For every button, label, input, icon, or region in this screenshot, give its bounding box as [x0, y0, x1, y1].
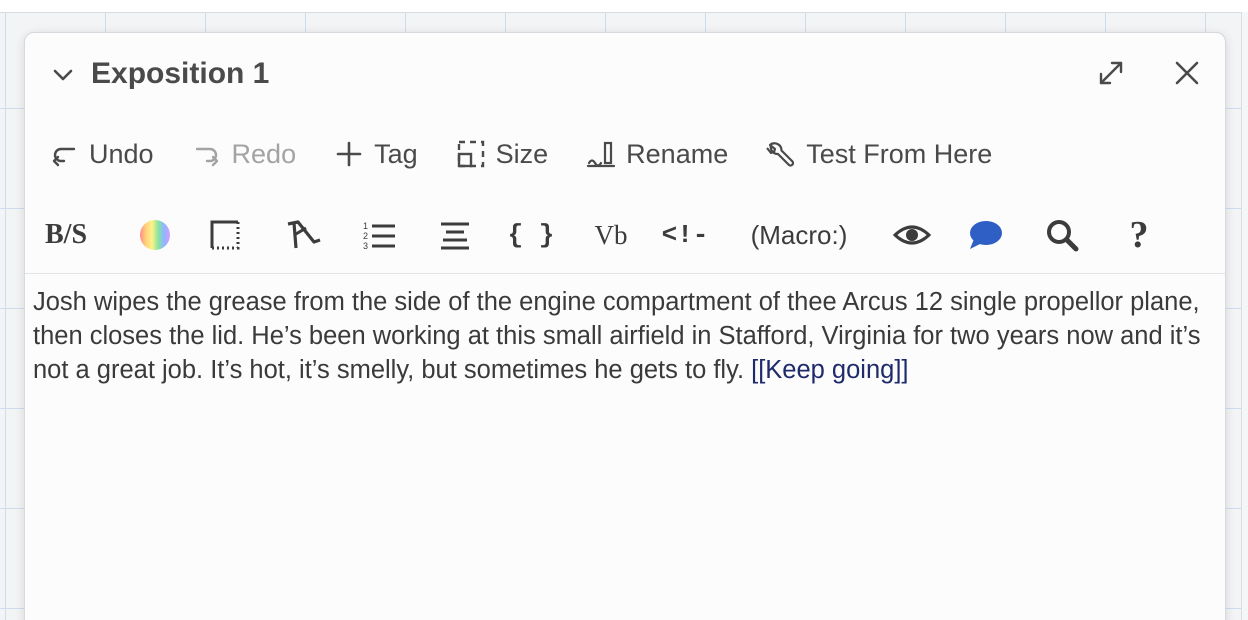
maximize-button[interactable] — [1093, 55, 1129, 91]
verbatim-button[interactable]: Vb — [589, 213, 633, 257]
eye-icon — [893, 225, 931, 245]
color-wheel-icon — [140, 220, 170, 250]
tag-label: Tag — [374, 138, 418, 169]
help-label: ? — [1129, 214, 1149, 256]
format-toolbar: B/S 1 2 3 {} Vb <!- (Macro:) ? — [25, 213, 1225, 257]
toolbar-divider — [25, 273, 1225, 274]
numbered-list-button[interactable]: 1 2 3 — [359, 213, 399, 257]
svg-text:3: 3 — [363, 241, 368, 250]
rename-label: Rename — [626, 138, 729, 169]
macro-button[interactable]: (Macro:) — [737, 213, 861, 257]
comment-button[interactable] — [965, 213, 1007, 257]
rename-button[interactable]: Rename — [582, 133, 732, 175]
align-center-icon — [441, 222, 469, 250]
find-button[interactable] — [1041, 213, 1083, 257]
redo-icon — [192, 139, 222, 169]
color-button[interactable] — [135, 213, 175, 257]
wrench-icon — [766, 139, 796, 169]
passage-link: [[Keep going]] — [751, 356, 909, 384]
plus-icon — [334, 139, 364, 169]
braces-label: { } — [507, 220, 555, 250]
help-button[interactable]: ? — [1117, 213, 1161, 257]
passage-text: Josh wipes the grease from the side of t… — [33, 288, 1201, 384]
undo-button[interactable]: Undo — [45, 133, 158, 175]
redo-button[interactable]: Redo — [188, 133, 301, 175]
bold-strike-button[interactable]: B/S — [43, 213, 89, 257]
close-icon — [1175, 61, 1199, 85]
comment-label: <!- — [661, 220, 709, 250]
test-from-here-label: Test From Here — [806, 138, 993, 169]
collapse-button[interactable] — [49, 61, 77, 89]
svg-text:1: 1 — [363, 221, 368, 231]
passage-toolbar: Undo Redo Tag Size Rename Test From Here — [45, 133, 1026, 175]
app-top-bar — [0, 0, 1248, 13]
html-comment-button[interactable]: <!- — [661, 213, 709, 257]
size-icon — [456, 139, 486, 169]
rename-icon — [586, 139, 616, 169]
code-braces-button[interactable]: { } — [507, 213, 555, 257]
verbatim-label: Vb — [594, 219, 628, 250]
flag-letter-icon — [287, 220, 321, 249]
text-style-button[interactable] — [281, 213, 325, 257]
dialog-title: Exposition 1 — [91, 57, 270, 90]
undo-icon — [49, 139, 79, 169]
size-label: Size — [495, 138, 549, 169]
chevron-down-icon — [53, 69, 73, 81]
bold-strike-label: B/S — [44, 219, 88, 250]
passage-text-editor[interactable]: Josh wipes the grease from the side of t… — [33, 285, 1203, 387]
numbered-list-icon: 1 2 3 — [363, 221, 395, 250]
box-border-button[interactable] — [205, 213, 245, 257]
redo-label: Redo — [231, 138, 297, 169]
undo-label: Undo — [89, 138, 154, 169]
passage-edit-dialog: Exposition 1 Undo Redo Tag Size Rename T… — [24, 32, 1226, 620]
test-from-here-button[interactable]: Test From Here — [762, 133, 996, 175]
expand-icon — [1099, 61, 1123, 85]
preview-button[interactable] — [891, 213, 933, 257]
close-button[interactable] — [1169, 55, 1205, 91]
search-icon — [1047, 220, 1079, 252]
tag-button[interactable]: Tag — [330, 133, 422, 175]
speech-bubble-icon — [970, 221, 1002, 249]
align-center-button[interactable] — [435, 213, 475, 257]
macro-label: (Macro:) — [750, 219, 848, 250]
canvas-scrollbar[interactable] — [1241, 12, 1248, 620]
size-button[interactable]: Size — [452, 133, 553, 175]
dialog-title-row: Exposition 1 — [25, 33, 1225, 115]
dotted-box-icon — [210, 220, 240, 250]
svg-text:2: 2 — [363, 231, 368, 241]
